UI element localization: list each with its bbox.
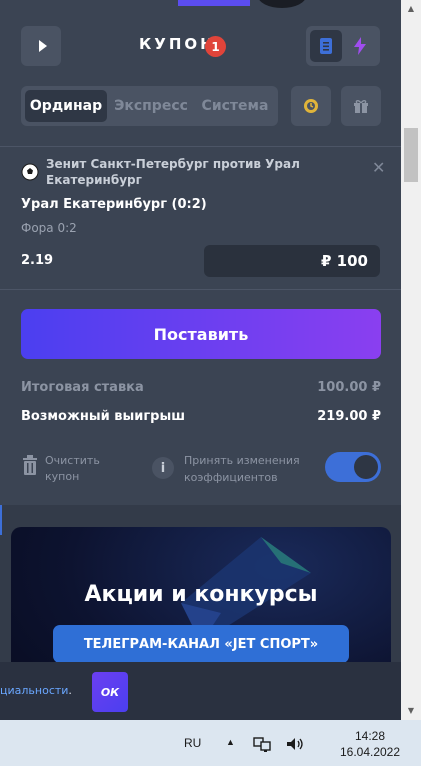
gift-button[interactable] [341,86,381,126]
total-stake-value: 100.00 ₽ [317,380,381,395]
play-icon [38,40,47,52]
clock-time: 14:28 [354,729,386,743]
accept-changes-line1: Принять изменения [184,454,300,467]
gift-icon [354,100,368,113]
total-stake-label: Итоговая ставка [21,380,144,395]
lightning-icon [354,37,366,55]
cookie-period: . [68,684,72,697]
scroll-up-arrow-icon[interactable]: ▲ [401,0,421,16]
accept-changes-label: Принять изменения коэффициентов [184,452,324,486]
coupon-count-badge: 1 [205,36,226,57]
bet-odds: 2.19 [21,253,54,268]
taskbar-clock[interactable]: 14:28 16.04.2022 [334,728,406,760]
place-bet-button[interactable]: Поставить [21,309,381,359]
volume-icon[interactable] [285,736,305,752]
cookie-ok-button[interactable]: ОК [92,672,128,712]
bet-type-tabs: Ординар Экспресс Система [21,86,278,126]
page-scrollbar[interactable]: ▲ ▼ [401,0,421,720]
cookie-policy-text: циальности [0,684,69,697]
clear-coupon-button[interactable]: Очистить купон [45,453,125,485]
possible-win-label: Возможный выигрыш [21,409,186,424]
input-language-indicator[interactable]: RU [184,736,201,750]
stake-input[interactable]: ₽ 100 [204,245,380,277]
coupon-panel: КУПОН 1 Ординар Экспресс Система Зенит С… [0,0,401,720]
telegram-channel-button[interactable]: ТЕЛЕГРАМ-КАНАЛ «JET СПОРТ» [53,625,349,663]
left-accent-line [0,505,2,535]
cookie-policy-link[interactable]: циальности. [0,684,72,697]
coupon-header: КУПОН 1 [21,26,380,66]
info-icon[interactable]: i [152,457,174,479]
tray-expand-arrow-icon[interactable]: ▲ [226,737,235,747]
divider [0,146,401,147]
match-title: Зенит Санкт-Петербург против Урал Екатер… [46,157,300,187]
divider [0,289,401,290]
quick-bet-button[interactable] [344,30,376,62]
promo-title: Акции и конкурсы [84,582,318,607]
view-mode-toggle [306,26,380,66]
possible-win-value: 219.00 ₽ [317,409,381,424]
tab-single[interactable]: Ординар [25,90,107,122]
top-accent-bar [178,0,250,6]
clock-date: 16.04.2022 [339,745,401,759]
clear-coupon-label-line2: купон [45,470,80,483]
accept-changes-toggle[interactable] [325,452,381,482]
scroll-down-arrow-icon[interactable]: ▼ [401,702,421,718]
top-decoration [258,0,306,8]
trash-icon[interactable] [21,455,39,475]
tab-express[interactable]: Экспресс [111,90,191,122]
remove-bet-close-icon[interactable]: ✕ [372,158,385,178]
clear-coupon-label-line1: Очистить [45,454,100,467]
football-icon [21,163,39,181]
bet-market: Фора 0:2 [21,221,77,235]
list-icon [320,38,332,54]
accept-changes-line2: коэффициентов [184,471,278,484]
bet-outcome: Урал Екатеринбург (0:2) [21,197,207,212]
network-icon[interactable] [253,736,273,752]
scrollbar-thumb[interactable] [404,128,418,182]
bonus-button[interactable] [291,86,331,126]
clock-coin-icon [304,99,318,113]
list-view-button[interactable] [310,30,342,62]
windows-taskbar: RU ▲ 14:28 16.04.2022 [0,720,421,766]
play-button[interactable] [21,26,61,66]
tab-system[interactable]: Система [195,90,275,122]
toggle-knob [354,455,378,479]
